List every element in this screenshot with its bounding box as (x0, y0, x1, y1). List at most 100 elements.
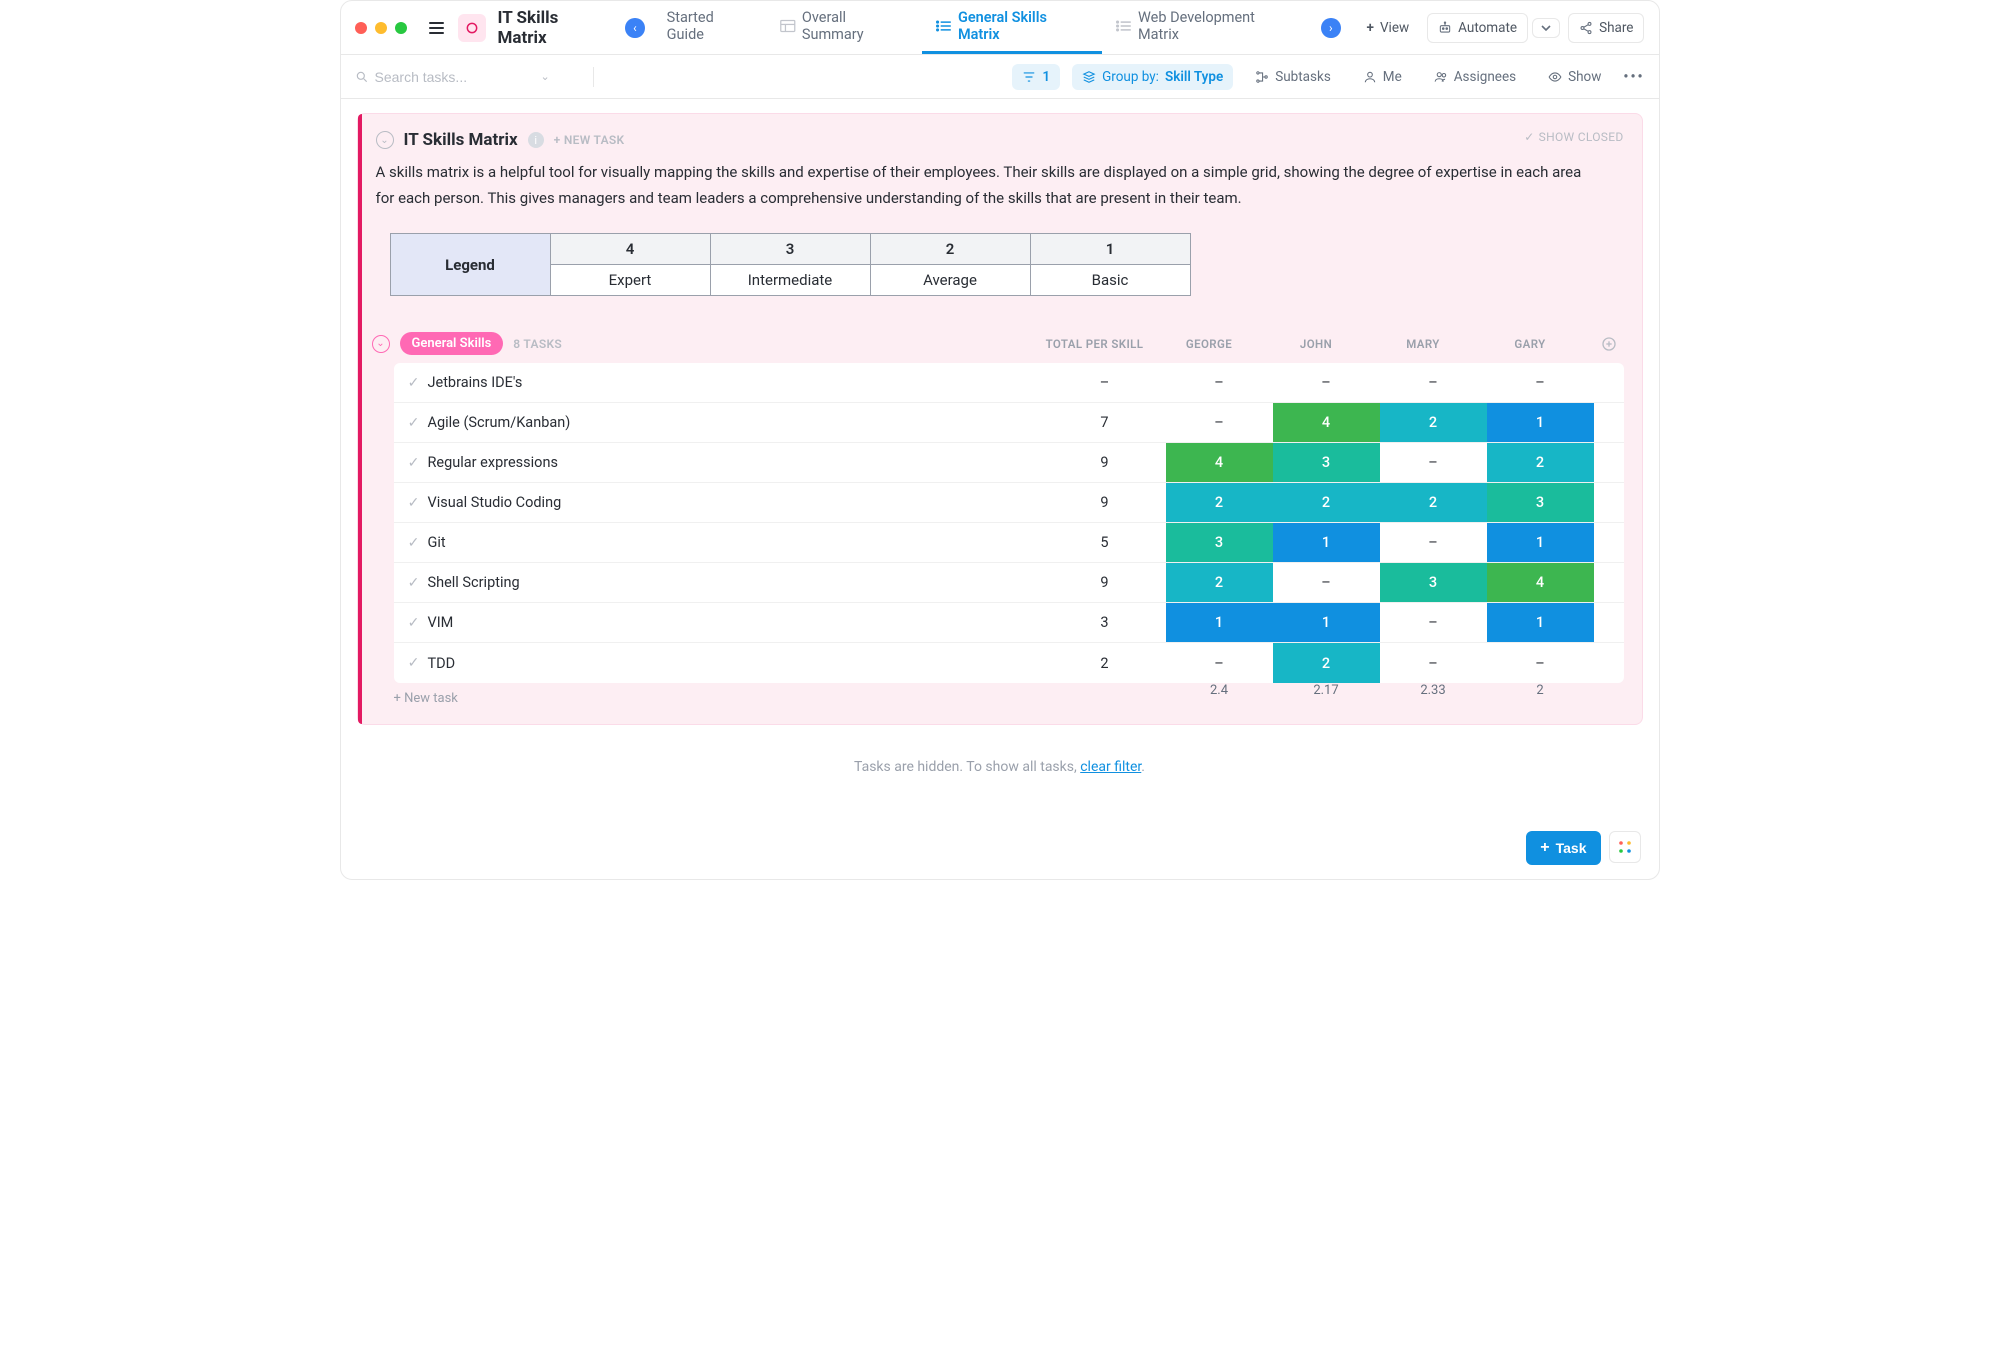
col-head-george[interactable]: GEORGE (1156, 337, 1263, 351)
table-row[interactable]: ✓ Agile (Scrum/Kanban) 7–421 (394, 403, 1624, 443)
col-head-mary[interactable]: MARY (1370, 337, 1477, 351)
table-row[interactable]: ✓ Jetbrains IDE's ––––– (394, 363, 1624, 403)
status-check-icon[interactable]: ✓ (394, 363, 428, 402)
cell-score[interactable]: 1 (1166, 603, 1273, 642)
collapse-toggle-icon[interactable]: ⌄ (376, 131, 394, 149)
view-button[interactable]: + View (1357, 14, 1420, 42)
cell-score[interactable]: 1 (1487, 523, 1594, 562)
cell-score[interactable]: – (1380, 363, 1487, 402)
group-label[interactable]: General Skills (400, 332, 504, 355)
cell-score[interactable]: 4 (1487, 563, 1594, 602)
cell-score[interactable]: 3 (1487, 483, 1594, 522)
table-row[interactable]: ✓ Shell Scripting 92–34 (394, 563, 1624, 603)
cell-score[interactable]: 1 (1273, 603, 1380, 642)
search-box[interactable]: ⌄ (355, 69, 585, 85)
tab-general-skills-matrix[interactable]: General Skills Matrix (922, 1, 1102, 54)
avg-john: 2.17 (1273, 683, 1380, 714)
cell-score[interactable]: – (1380, 443, 1487, 482)
app-logo-icon[interactable] (458, 14, 485, 42)
group-by-chip[interactable]: Group by: Skill Type (1072, 64, 1233, 90)
skill-name: Agile (Scrum/Kanban) (428, 403, 1044, 442)
tab-web-development-matrix[interactable]: Web Development Matrix (1102, 1, 1309, 54)
status-check-icon[interactable]: ✓ (394, 403, 428, 442)
table-row[interactable]: ✓ Visual Studio Coding 92223 (394, 483, 1624, 523)
cell-score[interactable]: 3 (1273, 443, 1380, 482)
tab-started-guide[interactable]: Started Guide (653, 1, 767, 54)
table-row[interactable]: ✓ VIM 311–1 (394, 603, 1624, 643)
subtasks-chip[interactable]: Subtasks (1245, 64, 1341, 90)
skill-name: Jetbrains IDE's (428, 363, 1044, 402)
me-chip[interactable]: Me (1353, 64, 1412, 90)
task-fab-label: Task (1556, 840, 1587, 856)
show-closed-label: SHOW CLOSED (1539, 130, 1624, 144)
automate-button[interactable]: Automate (1427, 13, 1528, 43)
cell-score[interactable]: – (1487, 643, 1594, 683)
cell-score[interactable]: 4 (1166, 443, 1273, 482)
subtasks-label: Subtasks (1275, 69, 1331, 85)
status-check-icon[interactable]: ✓ (394, 443, 428, 482)
cell-score[interactable]: 2 (1273, 643, 1380, 683)
show-chip[interactable]: Show (1538, 64, 1611, 90)
assignees-label: Assignees (1454, 69, 1516, 85)
table-row[interactable]: ✓ TDD 2–2–– (394, 643, 1624, 683)
cell-score[interactable]: – (1380, 603, 1487, 642)
cell-score[interactable]: 1 (1487, 403, 1594, 442)
col-head-john[interactable]: JOHN (1263, 337, 1370, 351)
group-collapse-icon[interactable]: ⌄ (372, 335, 390, 353)
cell-score[interactable]: – (1166, 363, 1273, 402)
show-closed-toggle[interactable]: ✓ SHOW CLOSED (1524, 130, 1623, 144)
cell-score[interactable]: – (1380, 643, 1487, 683)
cell-score[interactable]: – (1166, 403, 1273, 442)
status-check-icon[interactable]: ✓ (394, 603, 428, 642)
maximize-window-icon[interactable] (395, 22, 407, 34)
filter-chip[interactable]: 1 (1012, 64, 1060, 90)
close-window-icon[interactable] (355, 22, 367, 34)
cell-score[interactable]: 2 (1380, 483, 1487, 522)
minimize-window-icon[interactable] (375, 22, 387, 34)
search-input[interactable] (375, 69, 535, 85)
clear-filter-link[interactable]: clear filter (1080, 759, 1141, 775)
status-check-icon[interactable]: ✓ (394, 563, 428, 602)
cell-score[interactable]: – (1166, 643, 1273, 683)
cell-score[interactable]: 2 (1380, 403, 1487, 442)
automate-caret-button[interactable] (1532, 18, 1560, 38)
col-head-gary[interactable]: GARY (1477, 337, 1584, 351)
more-menu-icon[interactable]: ••• (1623, 69, 1644, 85)
cell-score[interactable]: – (1273, 363, 1380, 402)
cell-total: 9 (1044, 563, 1166, 602)
cell-score[interactable]: 4 (1273, 403, 1380, 442)
info-icon[interactable]: i (528, 132, 544, 148)
new-task-link[interactable]: + NEW TASK (554, 133, 625, 147)
menu-icon[interactable] (429, 22, 445, 34)
nav-forward-icon[interactable]: › (1321, 18, 1341, 38)
col-head-total[interactable]: TOTAL PER SKILL (1034, 337, 1156, 351)
cell-score[interactable]: 3 (1166, 523, 1273, 562)
table-row[interactable]: ✓ Regular expressions 943–2 (394, 443, 1624, 483)
add-column-button[interactable] (1594, 336, 1624, 352)
apps-fab[interactable] (1609, 831, 1641, 863)
cell-score[interactable]: 1 (1273, 523, 1380, 562)
status-check-icon[interactable]: ✓ (394, 643, 428, 683)
status-check-icon[interactable]: ✓ (394, 483, 428, 522)
nav-back-icon[interactable]: ‹ (625, 18, 645, 38)
cell-score[interactable]: – (1273, 563, 1380, 602)
table-row[interactable]: ✓ Git 531–1 (394, 523, 1624, 563)
cell-score[interactable]: – (1487, 363, 1594, 402)
robot-icon (1438, 21, 1452, 35)
cell-score[interactable]: 2 (1273, 483, 1380, 522)
cell-score[interactable]: 1 (1487, 603, 1594, 642)
cell-score[interactable]: 2 (1166, 563, 1273, 602)
view-label: View (1380, 20, 1409, 36)
new-task-fab[interactable]: + Task (1526, 831, 1600, 865)
list-icon (1116, 19, 1132, 33)
assignees-chip[interactable]: Assignees (1424, 64, 1526, 90)
new-task-row[interactable]: + New task (394, 691, 458, 706)
chevron-down-icon[interactable]: ⌄ (541, 70, 550, 83)
tab-overall-summary[interactable]: Overall Summary (766, 1, 922, 54)
cell-score[interactable]: – (1380, 523, 1487, 562)
cell-score[interactable]: 2 (1166, 483, 1273, 522)
share-button[interactable]: Share (1568, 13, 1644, 43)
cell-score[interactable]: 2 (1487, 443, 1594, 482)
cell-score[interactable]: 3 (1380, 563, 1487, 602)
status-check-icon[interactable]: ✓ (394, 523, 428, 562)
